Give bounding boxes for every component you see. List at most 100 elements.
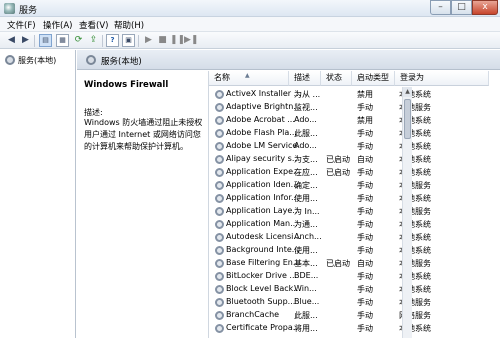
services-app-icon <box>4 3 15 14</box>
pane-title: 服务(本地) <box>101 57 142 67</box>
table-row[interactable]: Base Filtering En... 基本... 已启动 自动 本地服务 <box>209 257 489 270</box>
service-gear-icon <box>215 142 224 151</box>
column-header-description[interactable]: 描述 <box>289 71 321 86</box>
table-row[interactable]: Application Man... 为通... 手动 本地系统 <box>209 218 489 231</box>
menu-view[interactable]: 查看(V) <box>79 19 108 31</box>
play-icon[interactable]: ▶ <box>142 34 155 47</box>
table-row[interactable]: ActiveX Installer ... 为从 ... 禁用 本地系统 <box>209 88 489 101</box>
scroll-thumb[interactable] <box>404 99 411 139</box>
cell-name: BitLocker Drive ... <box>226 271 298 280</box>
service-gear-icon <box>215 116 224 125</box>
help-icon[interactable]: ? <box>106 34 119 47</box>
column-header-label: 名称 <box>214 73 230 82</box>
cell-name: Bluetooth Supp... <box>226 297 296 306</box>
restart-icon[interactable]: ▶❚ <box>184 34 198 47</box>
cell-description: 此服... <box>294 129 318 138</box>
table-row[interactable]: Application Laye... 为 In... 手动 本地服务 <box>209 205 489 218</box>
cell-description: 使用... <box>294 194 318 203</box>
menu-bar: 文件(F) 操作(A) 查看(V) 帮助(H) <box>0 17 500 32</box>
gear-icon <box>5 55 15 65</box>
table-row[interactable]: Certificate Propa... 将用... 手动 本地系统 <box>209 322 489 335</box>
table-row[interactable]: Application Iden... 确定... 手动 本地服务 <box>209 179 489 192</box>
maximize-button[interactable]: □ <box>451 0 472 15</box>
menu-file[interactable]: 文件(F) <box>7 19 36 31</box>
cell-description: 此服... <box>294 311 318 320</box>
cell-status: 已启动 <box>326 155 350 164</box>
export-icon[interactable]: ⇪ <box>87 34 100 47</box>
cell-status: 已启动 <box>326 259 350 268</box>
vertical-scrollbar[interactable]: ▲ <box>402 87 412 338</box>
service-gear-icon <box>215 103 224 112</box>
table-row[interactable]: Adobe LM Service Ado... 手动 本地系统 <box>209 140 489 153</box>
minimize-button[interactable]: – <box>430 0 451 15</box>
table-row[interactable]: BitLocker Drive ... BDE... 手动 本地系统 <box>209 270 489 283</box>
gear-icon <box>86 55 96 65</box>
table-row[interactable]: Adobe Acrobat ... Ado... 禁用 本地系统 <box>209 114 489 127</box>
cell-description: 使用... <box>294 246 318 255</box>
scroll-up-icon[interactable]: ▲ <box>403 87 412 97</box>
cell-name: Autodesk Licensi... <box>226 232 302 241</box>
properties-icon[interactable]: ▦ <box>56 34 69 47</box>
pause-icon[interactable]: ❚❚ <box>170 34 185 47</box>
refresh-icon[interactable]: ⟳ <box>72 34 85 47</box>
table-row[interactable]: Bluetooth Supp... Blue... 手动 本地服务 <box>209 296 489 309</box>
table-row[interactable]: Alipay security s... 为支... 已启动 自动 本地系统 <box>209 153 489 166</box>
cell-name: Adaptive Brightn... <box>226 102 301 111</box>
cell-name: Certificate Propa... <box>226 323 301 332</box>
column-header-logon-as[interactable]: 登录为 <box>395 71 489 86</box>
tree-item-services-local[interactable]: 服务(本地) <box>5 55 56 66</box>
cell-startup-type: 自动 <box>357 155 373 164</box>
cell-name: Application Laye... <box>226 206 300 215</box>
cell-startup-type: 手动 <box>357 298 373 307</box>
cell-startup-type: 手动 <box>357 311 373 320</box>
cell-description: 在应... <box>294 168 318 177</box>
back-arrow-icon[interactable]: ◀ <box>5 34 18 47</box>
cell-description: 为从 ... <box>294 90 321 99</box>
cell-description: 为支... <box>294 155 318 164</box>
cell-startup-type: 手动 <box>357 129 373 138</box>
toolbar-separator <box>102 35 103 47</box>
forward-arrow-icon[interactable]: ▶ <box>19 34 32 47</box>
view-icon[interactable]: ▣ <box>122 34 135 47</box>
menu-help[interactable]: 帮助(H) <box>114 19 144 31</box>
cell-startup-type: 自动 <box>357 259 373 268</box>
service-gear-icon <box>215 90 224 99</box>
table-row[interactable]: Adobe Flash Pla... 此服... 手动 本地系统 <box>209 127 489 140</box>
cell-name: Background Inte... <box>226 245 300 254</box>
cell-description: 将用... <box>294 324 318 333</box>
table-row[interactable]: Adaptive Brightn... 监视... 手动 本地服务 <box>209 101 489 114</box>
table-row[interactable]: Block Level Back... Win... 手动 本地系统 <box>209 283 489 296</box>
console-tree: 服务(本地) <box>0 50 76 338</box>
cell-startup-type: 手动 <box>357 272 373 281</box>
column-header-status[interactable]: 状态 <box>321 71 352 86</box>
cell-description: 监视... <box>294 103 318 112</box>
console-tree-icon[interactable]: ▤ <box>39 34 52 47</box>
cell-name: Alipay security s... <box>226 154 300 163</box>
service-gear-icon <box>215 181 224 190</box>
table-row[interactable]: Application Infor... 使用... 手动 本地系统 <box>209 192 489 205</box>
cell-name: Base Filtering En... <box>226 258 301 267</box>
cell-startup-type: 禁用 <box>357 90 373 99</box>
close-button[interactable]: x <box>472 0 498 15</box>
table-row[interactable]: Autodesk Licensi... Anch... 手动 本地系统 <box>209 231 489 244</box>
stop-icon[interactable]: ■ <box>156 34 169 47</box>
table-row[interactable]: BranchCache 此服... 手动 网络服务 <box>209 309 489 322</box>
cell-name: Application Man... <box>226 219 298 228</box>
cell-startup-type: 手动 <box>357 285 373 294</box>
service-gear-icon <box>215 233 224 242</box>
column-header-name[interactable]: 名称 ▲ <box>209 71 289 86</box>
cell-description: 基本... <box>294 259 318 268</box>
cell-startup-type: 手动 <box>357 168 373 177</box>
cell-description: Win... <box>294 284 317 293</box>
menu-action[interactable]: 操作(A) <box>43 19 72 31</box>
description-panel: Windows Firewall 描述: Windows 防火墙通过阻止未授权用… <box>77 71 208 338</box>
column-header-startup-type[interactable]: 启动类型 <box>352 71 395 86</box>
table-row[interactable]: Background Inte... 使用... 手动 本地系统 <box>209 244 489 257</box>
service-gear-icon <box>215 220 224 229</box>
services-list: 名称 ▲ 描述 状态 启动类型 登录为 ActiveX Installer ..… <box>208 71 500 338</box>
toolbar-separator <box>138 35 139 47</box>
cell-startup-type: 手动 <box>357 194 373 203</box>
service-gear-icon <box>215 285 224 294</box>
service-gear-icon <box>215 311 224 320</box>
table-row[interactable]: Application Expe... 在应... 已启动 手动 本地系统 <box>209 166 489 179</box>
